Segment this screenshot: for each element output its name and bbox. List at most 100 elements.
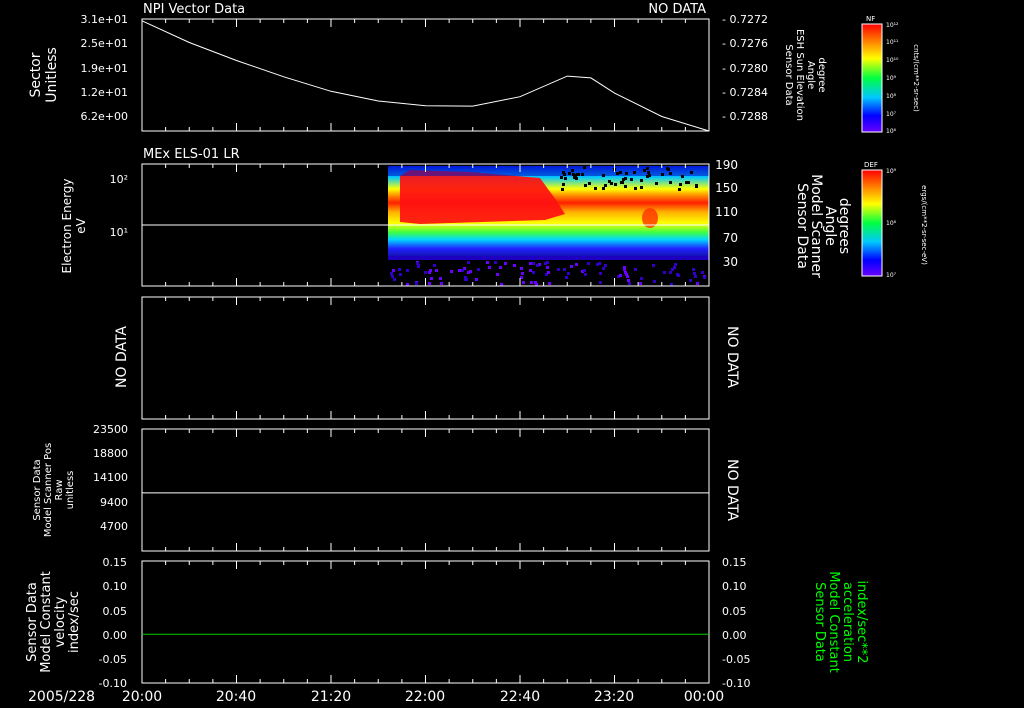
cb1-tick-5: 10⁷ <box>886 111 897 118</box>
spectrogram-gap <box>634 187 637 190</box>
panel-4-frame <box>141 428 710 552</box>
spectrogram-gap <box>594 187 597 190</box>
spectrogram-dot <box>557 268 560 271</box>
p1-y2tick-1: - 0.7276 <box>722 37 768 50</box>
spectrogram-gap <box>571 169 574 172</box>
panel-1-x-ticks <box>141 19 710 131</box>
spectrogram-gap <box>624 185 627 188</box>
spectrogram-gap <box>640 186 643 189</box>
spectrogram-gap <box>608 180 611 183</box>
cb1-tick-1: 10¹¹ <box>886 39 899 46</box>
panel-1-status: NO DATA <box>648 2 706 17</box>
x-tick-label-5: 23:20 <box>594 689 634 705</box>
p1-ytick-0: 3.1e+01 <box>81 13 128 26</box>
spectrogram-dot <box>548 282 551 285</box>
spectrogram-dot <box>399 273 402 276</box>
spectrogram-dot <box>532 262 535 265</box>
spectrogram-gap <box>640 179 643 182</box>
spectrogram-gap <box>643 169 646 172</box>
spectrogram-dot <box>406 269 409 272</box>
p5-y2label-line-2: acceleration <box>840 582 855 662</box>
p5-y2label-line-0: Sensor Data <box>812 582 827 662</box>
spectrogram-dot <box>450 270 453 273</box>
spectrogram-dot <box>627 279 630 282</box>
spectrogram-dot <box>694 275 697 278</box>
spectrogram-dot <box>529 262 532 265</box>
panel-2-right-ticks: 190 150 110 70 30 <box>715 158 738 269</box>
spectrogram-dot <box>583 269 586 272</box>
colorbar-def: DEF 10⁹ 10⁸ 10⁷ ergs/(cm**2-sr-sec-eV) <box>861 161 928 279</box>
panel-5-model-constant: 0.15 0.10 0.05 0.00 -0.05 -0.10 0.15 0.1… <box>25 556 869 690</box>
spectrogram-gap <box>620 181 623 184</box>
p5-y2tick-4: -0.05 <box>722 653 750 666</box>
p5-y2tick-5: -0.10 <box>722 677 750 690</box>
spectrogram-dot <box>536 264 539 267</box>
spectrogram-gap <box>619 171 622 174</box>
p2-y2label-line-3: degrees <box>836 198 852 254</box>
cb2-tick-1: 10⁸ <box>886 220 897 227</box>
spectrogram-dot <box>458 269 461 272</box>
spectrogram-gap <box>669 172 672 175</box>
spectrogram-dot <box>634 268 637 271</box>
colorbar-def-ticks: 10⁹ 10⁸ 10⁷ <box>886 168 897 279</box>
panel-5-frame <box>141 560 710 684</box>
spectrogram-gap <box>573 176 576 179</box>
spectrogram-dot <box>499 266 502 269</box>
p1-ytick-1: 2.5e+01 <box>81 37 128 50</box>
p1-ytick-3: 1.2e+01 <box>81 86 128 99</box>
cb1-tick-4: 10⁸ <box>886 93 897 100</box>
spectrogram-gap <box>602 174 605 177</box>
spectrogram-gap <box>661 173 664 176</box>
spectrogram-dot <box>701 271 704 274</box>
panel-1-frame <box>141 18 710 132</box>
cb1-tick-3: 10⁹ <box>886 75 897 82</box>
spectrogram-dot <box>521 272 524 275</box>
spectrogram-dot <box>628 282 631 285</box>
p2-y2tick-3: 70 <box>723 231 738 245</box>
cb2-tick-0: 10⁹ <box>886 168 897 175</box>
spectrogram-gap <box>564 177 567 180</box>
panel-2-left-ticks: 10² 10¹ <box>110 173 128 239</box>
panel-1-left-ticks: 3.1e+01 2.5e+01 1.9e+01 1.2e+01 6.2e+00 <box>81 13 128 123</box>
x-axis-labels: 2005/228 20:00 20:40 21:20 22:00 22:40 2… <box>28 689 724 705</box>
spectrogram-gap <box>584 184 587 187</box>
p4-ylabel-line-2: Raw <box>54 479 65 500</box>
p5-y2tick-2: 0.05 <box>722 605 747 618</box>
spectrogram-gap <box>581 173 584 176</box>
p2-y2label-line-0: Sensor Data <box>794 183 810 269</box>
x-tick-label-0: 20:00 <box>122 689 162 705</box>
spectrogram-dot <box>623 268 626 271</box>
spectrogram-gap <box>625 172 628 175</box>
p4-ylabel-line-0: Sensor Data <box>32 459 43 520</box>
spectrogram-dot <box>440 282 443 285</box>
p1-ytick-4: 6.2e+00 <box>81 110 128 123</box>
cb1-tick-0: 10¹² <box>886 22 899 29</box>
colorbar-def-unit: ergs/(cm**2-sr-sec-eV) <box>920 185 928 265</box>
panel-1-series-line <box>141 20 710 132</box>
spectrogram-dot <box>602 267 605 270</box>
spectrogram-gap <box>604 184 607 187</box>
panel-2-y2label: Sensor Data Model Scanner Angle degrees <box>794 174 852 278</box>
spectrogram-gap <box>646 175 649 178</box>
p2-y2label-line-2: Angle <box>822 206 838 246</box>
p5-ylabel-line-0: Sensor Data <box>25 582 40 662</box>
x-tick-label-3: 22:00 <box>405 689 445 705</box>
spectrogram-dot <box>429 269 432 272</box>
cb1-tick-6: 10⁶ <box>886 128 897 135</box>
p1-ylabel-line-0: Sector <box>28 52 44 97</box>
spectrogram-dot <box>486 261 489 264</box>
p5-ylabel-line-2: velocity <box>53 596 68 647</box>
spectrogram-dot <box>587 262 590 265</box>
spectrogram-gap <box>614 183 617 186</box>
spectrogram-dot <box>392 269 395 272</box>
spectrogram-top-noise <box>388 166 709 176</box>
spectrogram-dot <box>415 282 418 285</box>
spectrogram-dot <box>439 277 442 280</box>
spectrogram-dot <box>563 268 566 271</box>
spectrogram-gap <box>562 171 565 174</box>
p2-ylabel-line-1: eV <box>74 217 88 233</box>
spectrogram-dot <box>475 278 478 281</box>
spectrogram-dot <box>596 263 599 266</box>
p5-ytick-1: 0.10 <box>103 580 128 593</box>
panel-2-els-spectrogram: MEx ELS-01 LR 10² 10¹ 190 150 110 70 30 … <box>60 147 852 287</box>
